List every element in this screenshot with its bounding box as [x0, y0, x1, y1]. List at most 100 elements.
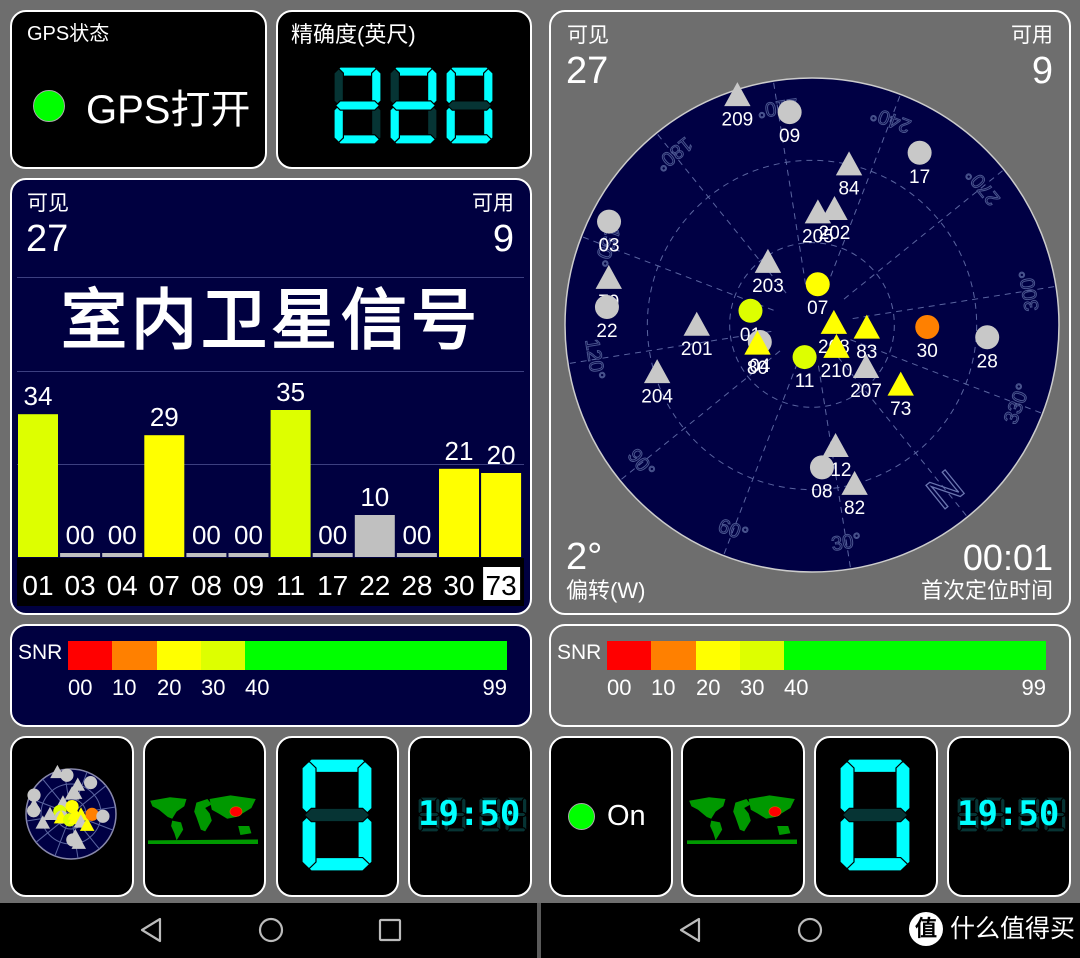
- segment-b: [357, 760, 373, 816]
- satellite-label: 209: [722, 109, 754, 130]
- segment-g: [334, 100, 381, 111]
- snr-bar-value: 29: [150, 402, 179, 432]
- snr-bar: [439, 468, 479, 557]
- satellite-circle-icon: [805, 272, 830, 297]
- satellite-circle-icon: [27, 804, 41, 818]
- snr-bar: [18, 414, 58, 557]
- satellite-circle-icon: [915, 315, 940, 340]
- snr-bar: [481, 473, 522, 557]
- snr-bar: [144, 435, 185, 557]
- snr-bar-value: 00: [66, 520, 95, 550]
- snr-bar: [312, 553, 353, 557]
- satellite-label: 22: [596, 321, 617, 342]
- segment-e: [333, 104, 344, 144]
- sat-id-label: 09: [233, 570, 264, 601]
- world-map: [687, 795, 797, 844]
- satellite-circle-icon: [597, 209, 622, 234]
- snr-bar-value: 00: [192, 520, 221, 550]
- segment-g: [303, 807, 371, 823]
- snr-bar-value: 21: [445, 436, 474, 466]
- snr-bar-value: 34: [24, 381, 53, 411]
- segment-g: [841, 807, 909, 823]
- seven-segment-digit: [445, 66, 494, 145]
- continent: [710, 820, 723, 841]
- continent: [150, 797, 187, 819]
- segment-f: [839, 760, 855, 816]
- sat-id-label: 07: [149, 570, 180, 601]
- satellite-circle-icon: [975, 325, 1000, 350]
- satellite-label: 202: [819, 223, 851, 244]
- satellite-label: 210: [821, 361, 853, 382]
- back-icon[interactable]: [140, 917, 162, 943]
- clock-time: 19:50: [418, 794, 521, 834]
- recents-icon[interactable]: [378, 918, 402, 942]
- satellite-circle-icon: [777, 100, 802, 125]
- snr-bar-value: 35: [276, 377, 305, 407]
- continent: [194, 799, 212, 832]
- home-icon[interactable]: [797, 917, 823, 943]
- sat-id-label: 17: [317, 570, 348, 601]
- segment-e: [301, 814, 317, 870]
- segment-f: [445, 67, 456, 107]
- graphics-layer: 34 01 00 03 00 04 29 07 00 08 00 09 35 11 00 17 10 22 00 28…: [18, 66, 1067, 943]
- back-icon[interactable]: [679, 917, 701, 943]
- satellite-circle-icon: [84, 776, 98, 790]
- sat-id-label: 22: [359, 570, 390, 601]
- continent: [777, 826, 791, 835]
- snr-scale-segment: [740, 641, 784, 670]
- snr-bar: [396, 553, 437, 557]
- world-map: [148, 795, 258, 844]
- snr-scale-segment: [201, 641, 245, 670]
- satellite-label: 08: [811, 481, 832, 502]
- snr-bar: [354, 515, 395, 557]
- snr-scale-segment: [68, 641, 112, 670]
- sat-id-label: 01: [22, 570, 53, 601]
- segment-f: [301, 760, 317, 816]
- satellite-label: 80: [747, 358, 768, 379]
- segment-e: [839, 814, 855, 870]
- segment-b: [895, 760, 911, 816]
- snr-scale-segment: [245, 641, 507, 670]
- sky-plot: 30°60°90°120°150°180°210° 240°270°300°330…: [564, 77, 1060, 573]
- satellite-label: 73: [890, 399, 911, 420]
- segment-g: [446, 100, 493, 111]
- sat-id-label: 03: [65, 570, 96, 601]
- segment-f: [333, 67, 344, 107]
- clock-time: 19:50: [957, 794, 1060, 834]
- snr-bar: [186, 553, 227, 557]
- satellite-label: 203: [752, 276, 784, 297]
- location-dot-icon: [229, 806, 243, 817]
- snr-bar: [102, 553, 143, 557]
- satellite-circle-icon: [907, 140, 932, 165]
- continent: [148, 839, 258, 844]
- sat-id-label: 30: [443, 570, 474, 601]
- segment-e: [445, 104, 456, 144]
- satellite-17: [84, 776, 98, 790]
- sat-id-label: 28: [401, 570, 432, 601]
- home-icon[interactable]: [258, 917, 284, 943]
- snr-scale-segment: [157, 641, 201, 670]
- snr-bar: [228, 553, 269, 557]
- segment-b: [483, 67, 494, 107]
- satellite-label: 11: [795, 371, 815, 392]
- segment-e: [389, 104, 400, 144]
- satellite-label: 03: [598, 236, 619, 257]
- snr-bar: [60, 553, 101, 557]
- satellite-09: [60, 768, 74, 782]
- segment-b: [371, 67, 382, 107]
- segment-b: [427, 67, 438, 107]
- continent: [687, 839, 797, 844]
- snr-bar-value: 10: [360, 482, 389, 512]
- seven-segment-digit: [389, 66, 438, 145]
- snr-bar-value: 00: [318, 520, 347, 550]
- seven-segment-digit: [301, 758, 373, 872]
- satellite-label: 28: [977, 351, 998, 372]
- segment-f: [389, 67, 400, 107]
- seven-segment-digit: [839, 758, 911, 872]
- azimuth-label: 30°: [830, 529, 863, 555]
- snr-bar-value: 00: [402, 520, 431, 550]
- snr-scale-segment: [112, 641, 157, 670]
- satellite-label: 82: [844, 498, 865, 519]
- sat-id-label: 73: [486, 570, 517, 601]
- satellite-28: [96, 809, 110, 823]
